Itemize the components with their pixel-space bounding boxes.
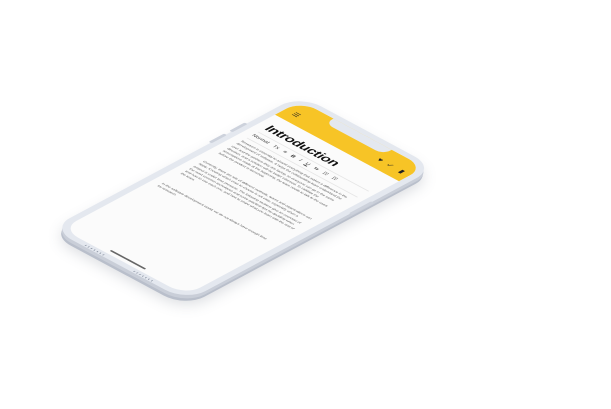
- italic-button[interactable]: I: [297, 159, 304, 162]
- menu-icon[interactable]: ☰: [289, 112, 302, 119]
- phone-mockup: ☰ ♥ ✓ ▮ Introduction Normal Tx ≡ B I U ⇆…: [50, 95, 436, 302]
- trash-icon[interactable]: ▮: [395, 169, 406, 175]
- link-button[interactable]: ⇆: [311, 166, 320, 171]
- stage: ☰ ♥ ✓ ▮ Introduction Normal Tx ≡ B I U ⇆…: [0, 0, 611, 409]
- text-style-select[interactable]: Normal: [250, 134, 271, 145]
- heart-icon[interactable]: ♥: [374, 158, 385, 164]
- bold-button[interactable]: B: [288, 154, 297, 159]
- clear-format-button[interactable]: Tx: [270, 145, 281, 151]
- table-button[interactable]: ☷: [329, 176, 339, 181]
- image-button[interactable]: ☷: [320, 171, 330, 176]
- check-icon[interactable]: ✓: [383, 162, 396, 169]
- align-button[interactable]: ≡: [281, 150, 289, 154]
- underline-button[interactable]: U: [303, 162, 312, 167]
